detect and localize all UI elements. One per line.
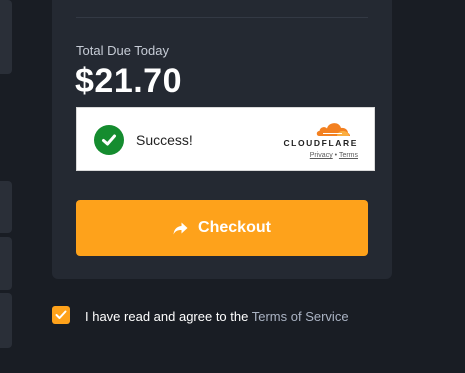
total-due-amount: $21.70 [75, 62, 182, 100]
captcha-links: Privacy • Terms [310, 152, 358, 159]
terms-agree-checkbox[interactable] [52, 306, 70, 324]
share-arrow-icon [173, 222, 188, 235]
captcha-status-text: Success! [136, 132, 193, 148]
terms-of-service-link[interactable]: Terms of Service [252, 309, 349, 324]
summary-divider [76, 17, 368, 18]
checkmark-icon [55, 310, 67, 319]
terms-link[interactable]: Terms [339, 152, 358, 159]
checkout-button[interactable]: Checkout [76, 200, 368, 256]
left-side-tab[interactable] [0, 293, 12, 348]
left-side-tab[interactable] [0, 237, 12, 290]
check-circle-icon [94, 125, 124, 155]
terms-agree-label: I have read and agree to the Terms of Se… [85, 309, 349, 324]
cloudflare-cloud-icon [316, 123, 350, 136]
left-side-tab[interactable] [0, 181, 12, 233]
link-separator: • [334, 152, 338, 159]
checkout-button-label: Checkout [198, 219, 271, 236]
cloudflare-turnstile-widget[interactable]: Success! CLOUDFLARE Privacy • Terms [76, 107, 375, 171]
total-due-label: Total Due Today [76, 43, 169, 58]
left-side-tab [0, 0, 12, 74]
privacy-link[interactable]: Privacy [310, 152, 333, 159]
agree-text: I have read and agree to the [85, 309, 249, 324]
cloudflare-wordmark: CLOUDFLARE [283, 138, 358, 148]
